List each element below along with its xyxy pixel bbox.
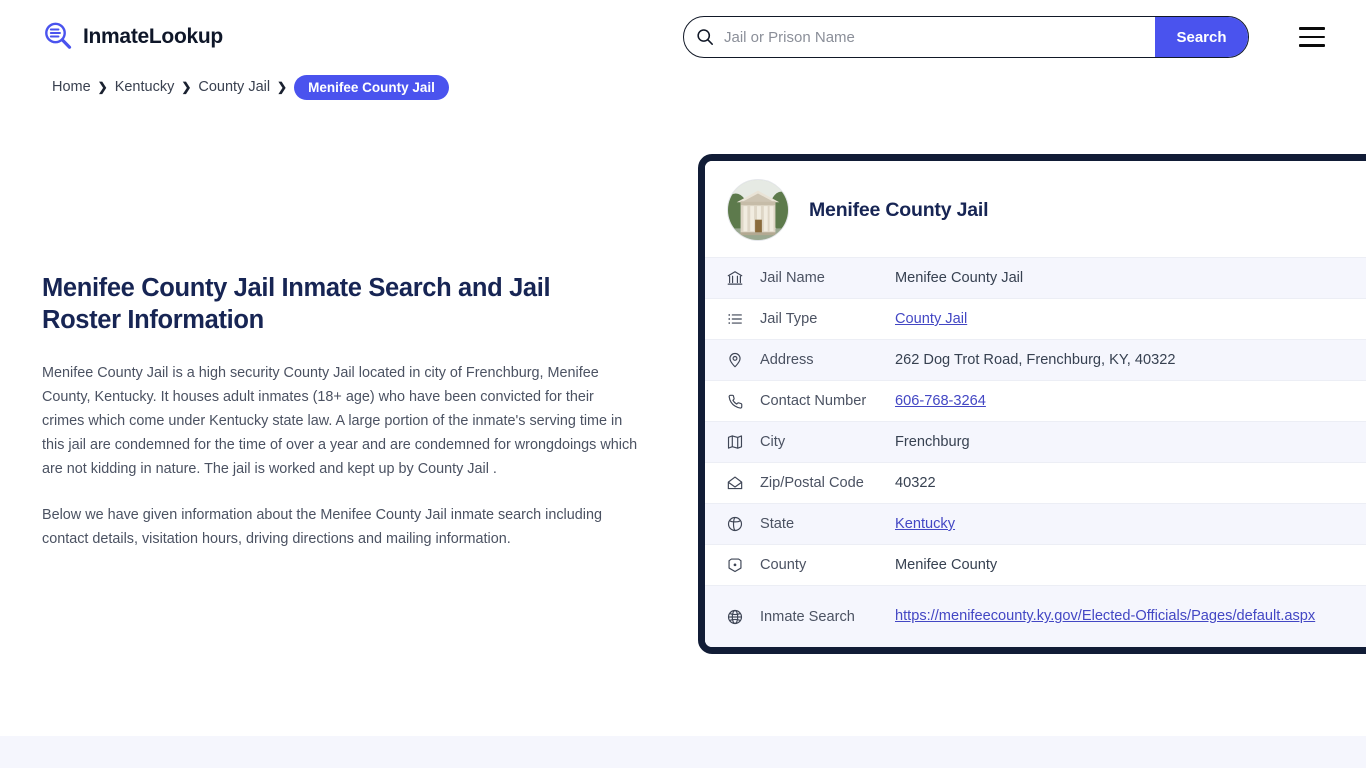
- county-icon: [725, 555, 745, 575]
- hamburger-bar: [1299, 44, 1325, 47]
- state-link[interactable]: Kentucky: [895, 516, 955, 532]
- breadcrumb: Home ❯ Kentucky ❯ County Jail ❯ Menifee …: [52, 74, 449, 100]
- search-icon: [696, 28, 714, 46]
- row-value: 606-768-3264: [895, 393, 1366, 409]
- table-row: Zip/Postal Code 40322: [705, 462, 1366, 503]
- phone-icon: [725, 391, 745, 411]
- table-row: County Menifee County: [705, 544, 1366, 585]
- row-value: Menifee County Jail: [895, 270, 1024, 286]
- table-row: State Kentucky: [705, 503, 1366, 544]
- row-label: City: [760, 434, 786, 450]
- breadcrumb-item-kentucky[interactable]: Kentucky: [115, 79, 175, 95]
- row-label: Contact Number: [760, 393, 867, 409]
- list-icon: [725, 309, 745, 329]
- globe-icon: [725, 607, 745, 627]
- contact-number-link[interactable]: 606-768-3264: [895, 393, 986, 409]
- table-row: Inmate Search https://menifeecounty.ky.g…: [705, 585, 1366, 647]
- breadcrumb-item-county-jail[interactable]: County Jail: [198, 79, 270, 95]
- jail-type-link[interactable]: County Jail: [895, 311, 967, 327]
- logo-text: InmateLookup: [83, 24, 223, 48]
- hamburger-bar: [1299, 35, 1325, 39]
- breadcrumb-item-home[interactable]: Home: [52, 79, 91, 95]
- row-value: 262 Dog Trot Road, Frenchburg, KY, 40322: [895, 352, 1176, 368]
- site-header: InmateLookup Search: [0, 0, 1366, 76]
- hamburger-bar: [1299, 27, 1325, 30]
- table-row: Contact Number 606-768-3264: [705, 380, 1366, 421]
- chevron-right-icon: ❯: [277, 80, 288, 94]
- search-button[interactable]: Search: [1155, 17, 1248, 57]
- row-label: Address: [760, 352, 814, 368]
- row-label: State: [760, 516, 795, 532]
- table-row: Jail Name Menifee County Jail: [705, 257, 1366, 298]
- row-label: Jail Type: [760, 311, 818, 327]
- page-root: InmateLookup Search Home ❯ Kentucky ❯ Co…: [0, 0, 1366, 768]
- site-logo[interactable]: InmateLookup: [42, 20, 223, 52]
- row-label: Zip/Postal Code: [760, 475, 864, 491]
- row-value: County Jail: [895, 311, 1366, 327]
- search-input[interactable]: [714, 17, 1155, 57]
- secondary-paragraph: Below we have given information about th…: [42, 506, 602, 547]
- row-value: Frenchburg: [895, 434, 970, 450]
- row-value: Menifee County: [895, 557, 998, 573]
- map-icon: [725, 432, 745, 452]
- hamburger-menu-icon[interactable]: [1299, 27, 1325, 47]
- chevron-right-icon: ❯: [97, 80, 108, 94]
- courthouse-photo-icon: [727, 179, 789, 241]
- article-column: Menifee County Jail Inmate Search and Ja…: [42, 272, 642, 552]
- row-value: https://menifeecounty.ky.gov/Elected-Off…: [895, 606, 1366, 627]
- footer-section: [0, 736, 1366, 768]
- row-label: Jail Name: [760, 270, 825, 286]
- intro-paragraph: Menifee County Jail is a high security C…: [42, 365, 638, 477]
- inmate-search-link[interactable]: https://menifeecounty.ky.gov/Elected-Off…: [895, 608, 1315, 624]
- table-row: City Frenchburg: [705, 421, 1366, 462]
- card-title: Menifee County Jail: [809, 198, 989, 221]
- jail-info-card: Menifee County Jail Jail Name Menifee Co…: [698, 154, 1366, 654]
- page-title: Menifee County Jail Inmate Search and Ja…: [42, 274, 551, 335]
- row-label: County: [760, 557, 807, 573]
- row-label: Inmate Search: [760, 608, 855, 625]
- row-value: Kentucky: [895, 516, 1366, 532]
- table-row: Address 262 Dog Trot Road, Frenchburg, K…: [705, 339, 1366, 380]
- magnifier-list-icon: [42, 20, 74, 52]
- bank-icon: [725, 268, 745, 288]
- table-row: Jail Type County Jail: [705, 298, 1366, 339]
- map-pin-icon: [725, 350, 745, 370]
- chevron-right-icon: ❯: [181, 80, 192, 94]
- search-bar[interactable]: Search: [683, 16, 1249, 58]
- row-value: 40322: [895, 475, 936, 491]
- envelope-icon: [725, 473, 745, 493]
- globe-pin-icon: [725, 514, 745, 534]
- breadcrumb-current: Menifee County Jail: [294, 74, 449, 100]
- card-header: Menifee County Jail: [705, 161, 1366, 257]
